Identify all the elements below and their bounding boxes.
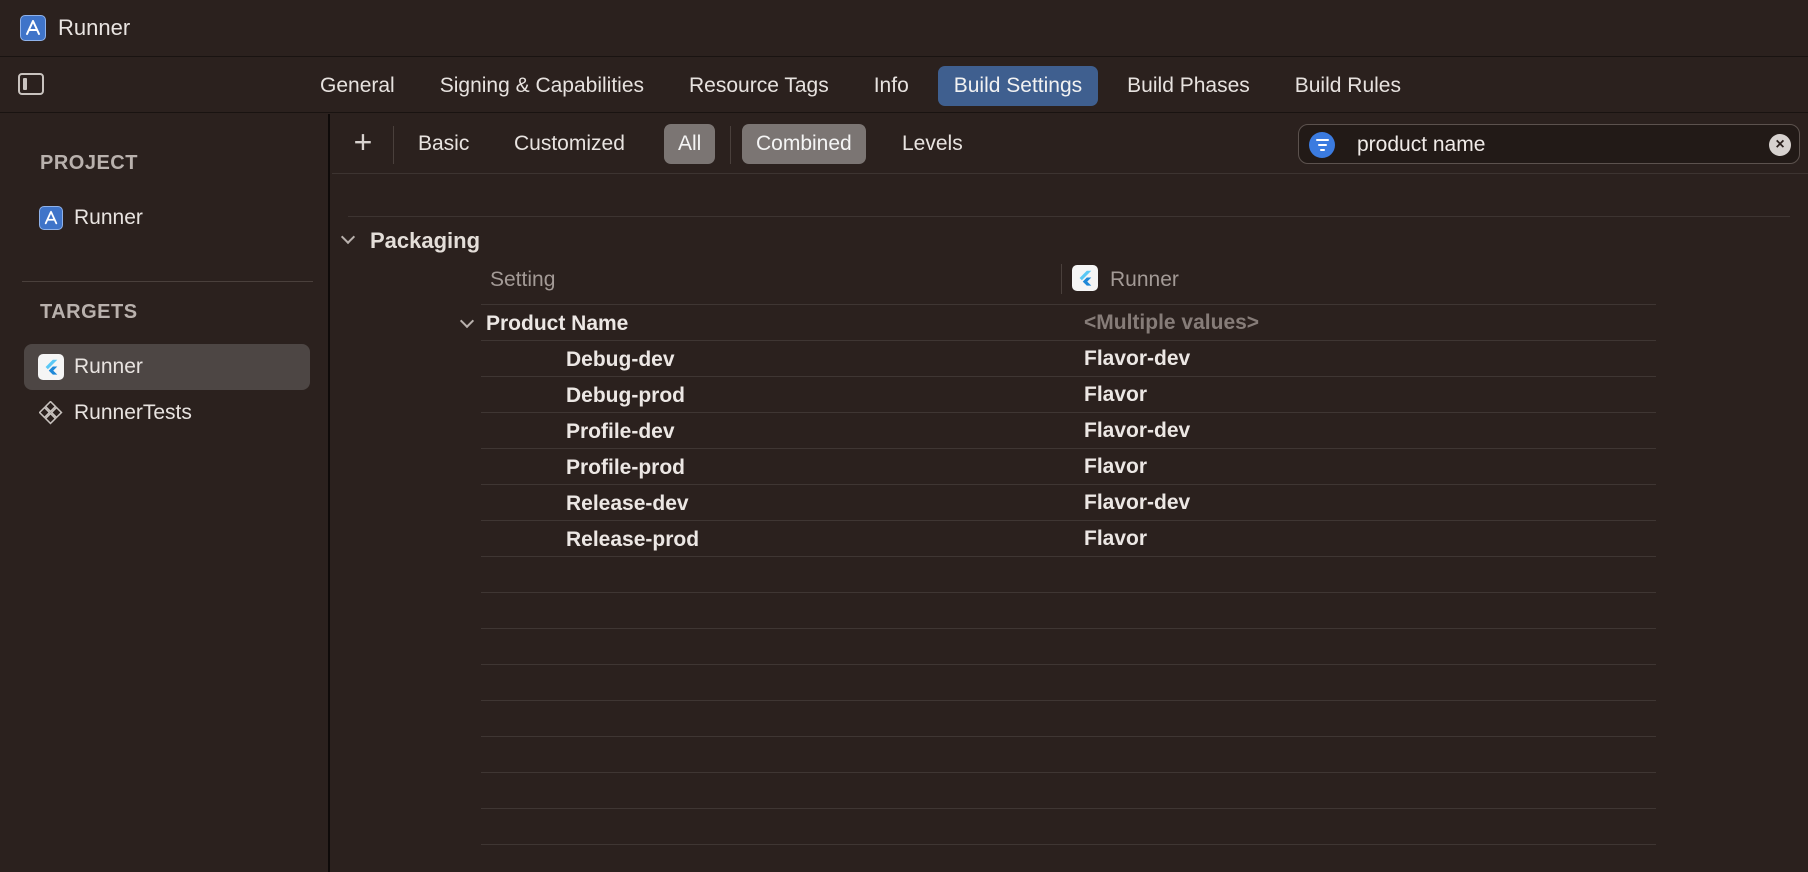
row-divider — [481, 520, 1656, 521]
setting-product-name[interactable]: Product Name — [486, 312, 628, 336]
flutter-icon — [1072, 265, 1098, 291]
config-value-debug-dev[interactable]: Flavor-dev — [1084, 347, 1190, 371]
config-name-profile-dev: Profile-dev — [566, 420, 675, 443]
sidebar-item-target-runner[interactable]: Runner — [24, 344, 310, 390]
chevron-down-icon[interactable] — [459, 313, 475, 329]
levels-view-button[interactable]: Levels — [888, 124, 977, 164]
row-divider — [481, 304, 1656, 305]
config-value-profile-prod[interactable]: Flavor — [1084, 455, 1147, 479]
config-value-release-prod[interactable]: Flavor — [1084, 527, 1147, 551]
sidebar-toggle-icon[interactable] — [18, 73, 44, 95]
filter-icon[interactable] — [1309, 132, 1335, 158]
row-divider — [481, 700, 1656, 701]
row-divider — [481, 412, 1656, 413]
row-divider — [481, 808, 1656, 809]
toolbar-separator — [393, 126, 394, 164]
tab-build-rules[interactable]: Build Rules — [1279, 66, 1417, 106]
clear-search-icon[interactable]: × — [1769, 134, 1791, 156]
config-name-debug-dev: Debug-dev — [566, 348, 675, 371]
test-target-icon — [38, 400, 64, 426]
chevron-down-icon[interactable] — [340, 229, 356, 245]
targets-section-label: TARGETS — [40, 301, 138, 323]
basic-filter-button[interactable]: Basic — [404, 124, 483, 164]
window-title: Runner — [58, 15, 131, 40]
sidebar-item-label: RunnerTests — [74, 401, 192, 424]
sidebar-item-target-runnertests[interactable]: RunnerTests — [24, 390, 310, 436]
config-value-debug-prod[interactable]: Flavor — [1084, 383, 1147, 407]
row-divider — [481, 664, 1656, 665]
config-value-profile-dev[interactable]: Flavor-dev — [1084, 419, 1190, 443]
customized-filter-button[interactable]: Customized — [500, 124, 639, 164]
row-divider — [481, 376, 1656, 377]
row-divider — [481, 592, 1656, 593]
config-value-release-dev[interactable]: Flavor-dev — [1084, 491, 1190, 515]
tab-signing-capabilities[interactable]: Signing & Capabilities — [424, 66, 660, 106]
xcode-project-icon — [20, 15, 46, 41]
column-header-setting[interactable]: Setting — [490, 268, 555, 292]
toolbar-separator — [730, 126, 731, 164]
tab-info[interactable]: Info — [858, 66, 925, 106]
all-filter-button[interactable]: All — [664, 124, 716, 164]
row-divider — [481, 736, 1656, 737]
sidebar-item-project-runner[interactable]: Runner — [24, 195, 310, 241]
group-title-packaging: Packaging — [370, 228, 481, 253]
xcode-project-icon — [38, 205, 64, 231]
setting-summary-value[interactable]: <Multiple values> — [1084, 311, 1259, 335]
config-name-profile-prod: Profile-prod — [566, 456, 685, 479]
sidebar-divider — [22, 281, 313, 282]
row-divider — [481, 628, 1656, 629]
tabs: General Signing & Capabilities Resource … — [304, 66, 1430, 106]
project-section-label: PROJECT — [40, 152, 138, 174]
row-divider — [481, 340, 1656, 341]
section-divider — [348, 216, 1790, 217]
config-name-debug-prod: Debug-prod — [566, 384, 685, 407]
editor-tab-bar: General Signing & Capabilities Resource … — [0, 58, 1808, 113]
row-divider — [481, 844, 1656, 845]
search-field[interactable]: × — [1298, 124, 1800, 164]
row-divider — [481, 484, 1656, 485]
project-navigator: PROJECT Runner TARGETS Runner RunnerTest… — [0, 114, 330, 872]
title-bar: Runner — [0, 0, 1808, 57]
row-divider — [481, 448, 1656, 449]
tab-build-settings[interactable]: Build Settings — [937, 66, 1099, 106]
column-header-runner[interactable]: Runner — [1110, 268, 1179, 292]
search-input[interactable] — [1357, 131, 1757, 159]
add-setting-button[interactable]: + — [346, 126, 380, 160]
tab-build-phases[interactable]: Build Phases — [1111, 66, 1266, 106]
tab-resource-tags[interactable]: Resource Tags — [673, 66, 845, 106]
flutter-icon — [38, 354, 64, 380]
row-divider — [481, 556, 1656, 557]
config-name-release-dev: Release-dev — [566, 492, 689, 515]
build-settings-filter-bar: + Basic Customized All Combined Levels × — [332, 114, 1808, 174]
combined-view-button[interactable]: Combined — [742, 124, 866, 164]
config-name-release-prod: Release-prod — [566, 528, 700, 551]
sidebar-item-label: Runner — [74, 206, 143, 229]
row-divider — [481, 772, 1656, 773]
column-separator — [1061, 264, 1062, 294]
tab-general[interactable]: General — [304, 66, 411, 106]
sidebar-item-label: Runner — [74, 355, 143, 378]
